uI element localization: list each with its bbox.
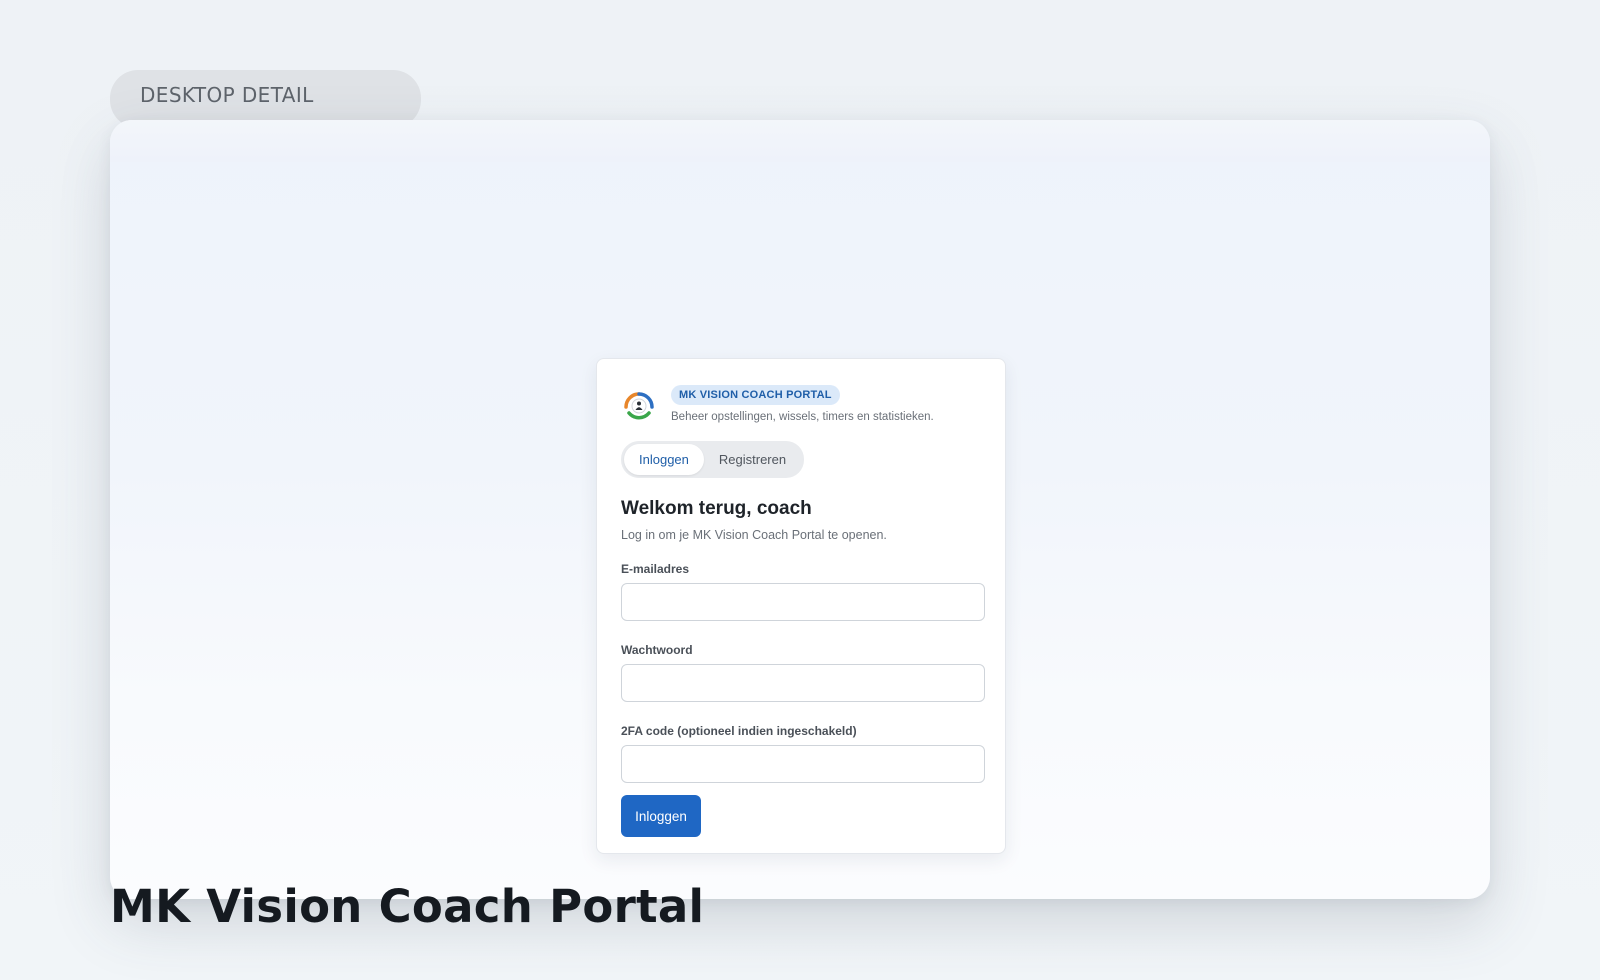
screenshot-frame: MK VISION COACH PORTAL Beheer opstelling…: [110, 120, 1490, 899]
welcome-title: Welkom terug, coach: [621, 498, 812, 519]
welcome-subtitle: Log in om je MK Vision Coach Portal te o…: [621, 528, 887, 542]
twofa-code-field[interactable]: [621, 745, 985, 783]
team-coach-logo-icon: [624, 392, 654, 420]
brand-row: MK VISION COACH PORTAL Beheer opstelling…: [621, 385, 981, 423]
frame-top-bar: [110, 120, 1490, 162]
brand-text: MK VISION COACH PORTAL Beheer opstelling…: [671, 385, 934, 423]
auth-tabs: Inloggen Registreren: [621, 441, 805, 478]
page-title: MK Vision Coach Portal: [110, 880, 705, 933]
page-stage: DESKTOP DETAIL MK VISION COACH PORTAL Be…: [0, 0, 1600, 980]
login-submit-button[interactable]: Inloggen: [621, 795, 701, 837]
twofa-label: 2FA code (optioneel indien ingeschakeld): [621, 724, 857, 738]
password-field[interactable]: [621, 664, 985, 702]
brand-subtitle: Beheer opstellingen, wissels, timers en …: [671, 411, 934, 423]
login-card: MK VISION COACH PORTAL Beheer opstelling…: [596, 358, 1006, 854]
password-label: Wachtwoord: [621, 643, 693, 657]
email-label: E-mailadres: [621, 562, 690, 576]
brand-badge: MK VISION COACH PORTAL: [671, 385, 840, 405]
email-field[interactable]: [621, 583, 985, 621]
tab-inloggen[interactable]: Inloggen: [624, 444, 704, 475]
tab-registreren[interactable]: Registreren: [704, 444, 801, 475]
